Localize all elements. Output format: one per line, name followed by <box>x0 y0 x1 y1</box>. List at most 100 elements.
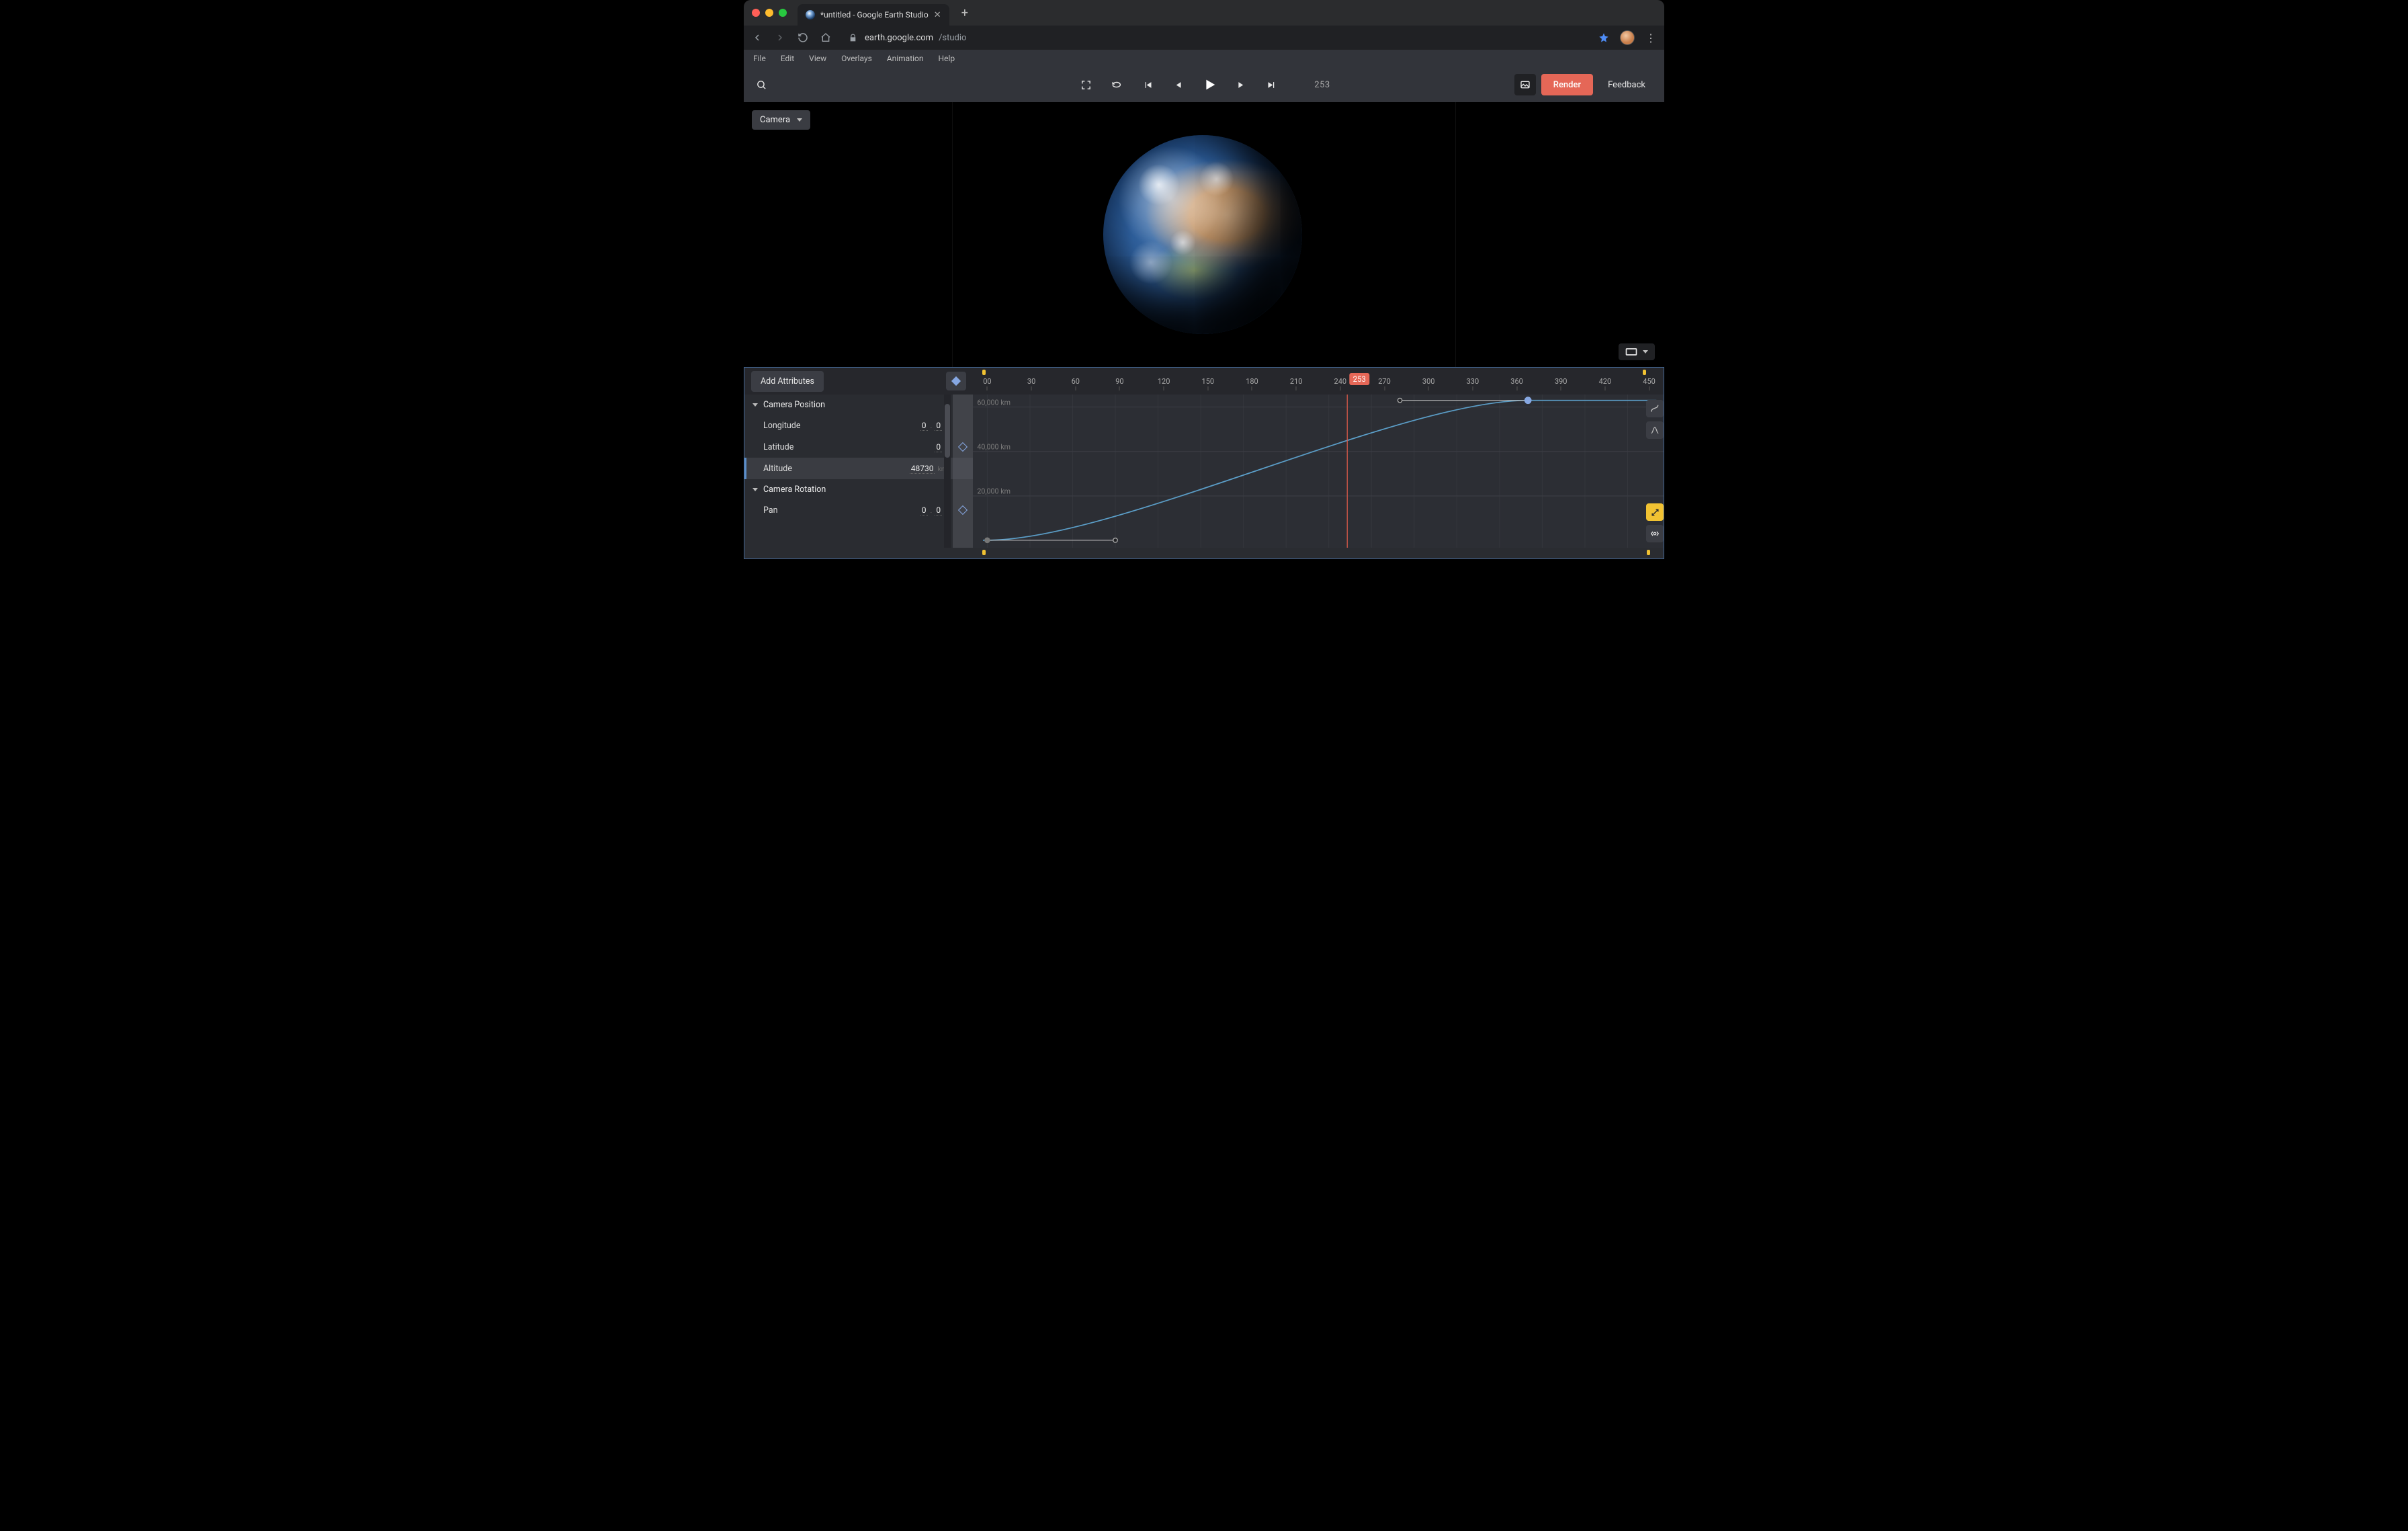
add-attributes-button[interactable]: Add Attributes <box>751 371 824 392</box>
attr-value[interactable]: 0 <box>935 442 942 452</box>
fit-all-button[interactable] <box>1646 525 1664 542</box>
timeline-panel: Add Attributes 0030609012015018021024025… <box>744 367 1664 559</box>
ruler-tick: 390 <box>1555 377 1567 386</box>
add-keyframe-button[interactable] <box>958 442 968 452</box>
close-tab-icon[interactable]: ✕ <box>934 10 941 20</box>
timeline-scrollbar[interactable] <box>973 550 1630 555</box>
range-end-handle[interactable] <box>1643 370 1646 375</box>
scroll-end-handle[interactable] <box>1647 550 1650 555</box>
earth-render <box>744 102 1664 367</box>
svg-text:40,000 km: 40,000 km <box>977 442 1010 451</box>
attr-label: Latitude <box>763 442 793 452</box>
keyframe-icon <box>951 376 961 386</box>
timeline-ruler[interactable]: 0030609012015018021024025327030033036039… <box>973 368 1664 395</box>
ease-curve-button[interactable] <box>1646 400 1664 417</box>
bell-curve-button[interactable] <box>1646 421 1664 439</box>
chevron-down-icon <box>752 403 758 407</box>
menu-view[interactable]: View <box>809 54 826 63</box>
aspect-ratio-dropdown[interactable] <box>1619 343 1655 360</box>
attr-label: Longitude <box>763 421 800 431</box>
forward-button[interactable] <box>773 31 787 44</box>
app-toolbar: 253 Render Feedback <box>744 67 1664 102</box>
render-button[interactable]: Render <box>1541 74 1593 95</box>
menu-edit[interactable]: Edit <box>781 54 794 63</box>
scroll-start-handle[interactable] <box>982 550 986 555</box>
url-path: /studio <box>939 33 966 43</box>
aspect-icon <box>1625 347 1637 356</box>
curve-editor[interactable]: 60,000 km 40,000 km 20,000 km <box>973 395 1664 548</box>
feedback-button-label: Feedback <box>1608 80 1645 90</box>
ruler-tick: 00 <box>983 377 991 386</box>
browser-menu-button[interactable]: ⋮ <box>1644 31 1658 44</box>
attr-row-longitude[interactable]: Longitude 0 . 0 ° <box>744 415 973 436</box>
tab-title: *untitled - Google Earth Studio <box>820 10 929 19</box>
skip-start-icon[interactable] <box>1140 77 1156 93</box>
close-window-icon[interactable] <box>752 9 760 17</box>
ruler-tick: 420 <box>1599 377 1612 386</box>
menu-file[interactable]: File <box>753 54 766 63</box>
timeline-footer <box>744 548 1664 558</box>
ruler-tick: 120 <box>1158 377 1170 386</box>
viewport[interactable]: Camera <box>744 102 1664 367</box>
attr-value[interactable]: 0 <box>920 421 928 431</box>
group-camera-position[interactable]: Camera Position <box>744 395 973 415</box>
ruler-tick: 240 <box>1334 377 1347 386</box>
curve-tools-top <box>1646 400 1664 439</box>
new-tab-button[interactable]: + <box>957 5 972 22</box>
lock-icon <box>846 31 859 44</box>
attr-value[interactable]: 0 <box>935 421 942 431</box>
add-attributes-label: Add Attributes <box>761 376 814 386</box>
browser-tab[interactable]: *untitled - Google Earth Studio ✕ <box>798 4 949 26</box>
earth-globe-icon <box>1103 135 1302 334</box>
attr-value[interactable]: 48730 <box>910 464 935 474</box>
menu-help[interactable]: Help <box>939 54 955 63</box>
attr-value[interactable]: 0 <box>920 505 928 515</box>
attr-label: Altitude <box>763 464 792 474</box>
ruler-tick: 300 <box>1422 377 1435 386</box>
window-titlebar: *untitled - Google Earth Studio ✕ + <box>744 0 1664 26</box>
fullscreen-icon[interactable] <box>1078 77 1094 93</box>
fit-selection-button[interactable] <box>1646 503 1664 521</box>
snapshot-button[interactable] <box>1514 74 1536 95</box>
attr-value[interactable]: 0 <box>935 505 942 515</box>
maximize-window-icon[interactable] <box>779 9 787 17</box>
attr-row-latitude[interactable]: Latitude 0 ° <box>744 436 973 458</box>
bookmark-star-icon[interactable] <box>1597 31 1610 44</box>
menu-overlays[interactable]: Overlays <box>841 54 872 63</box>
ruler-tick: 90 <box>1115 377 1123 386</box>
app-menubar: File Edit View Overlays Animation Help <box>744 50 1664 67</box>
add-keyframe-button[interactable] <box>958 505 968 515</box>
feedback-button[interactable]: Feedback <box>1598 74 1655 95</box>
play-button[interactable] <box>1201 77 1217 93</box>
attr-scrollbar[interactable] <box>944 395 951 548</box>
search-icon[interactable] <box>753 77 769 93</box>
chevron-down-icon <box>1643 350 1648 354</box>
ruler-tick: 210 <box>1290 377 1303 386</box>
reload-button[interactable] <box>796 31 810 44</box>
minimize-window-icon[interactable] <box>765 9 773 17</box>
svg-text:60,000 km: 60,000 km <box>977 398 1010 407</box>
profile-avatar[interactable] <box>1620 30 1635 45</box>
back-button[interactable] <box>750 31 764 44</box>
keyframe-column-header[interactable] <box>946 372 966 390</box>
group-camera-rotation[interactable]: Camera Rotation <box>744 479 973 499</box>
attr-row-pan[interactable]: Pan 0 . 0 ° <box>744 499 973 521</box>
ruler-tick: 150 <box>1202 377 1215 386</box>
playhead-badge[interactable]: 253 <box>1350 373 1369 385</box>
current-frame-number[interactable]: 253 <box>1314 80 1330 90</box>
ruler-tick: 270 <box>1378 377 1391 386</box>
skip-end-icon[interactable] <box>1263 77 1279 93</box>
url-host: earth.google.com <box>865 33 933 43</box>
browser-toolbar: earth.google.com/studio ⋮ <box>744 26 1664 50</box>
loop-icon[interactable] <box>1109 77 1125 93</box>
step-back-icon[interactable] <box>1170 77 1187 93</box>
attr-row-altitude[interactable]: Altitude 48730 km <box>744 458 973 479</box>
svg-text:20,000 km: 20,000 km <box>977 487 1010 496</box>
address-bar[interactable]: earth.google.com/studio <box>842 31 1588 44</box>
step-forward-icon[interactable] <box>1232 77 1248 93</box>
home-button[interactable] <box>819 31 832 44</box>
earth-favicon-icon <box>806 10 815 19</box>
menu-animation[interactable]: Animation <box>887 54 924 63</box>
range-start-handle[interactable] <box>982 370 986 375</box>
ruler-tick: 180 <box>1246 377 1258 386</box>
